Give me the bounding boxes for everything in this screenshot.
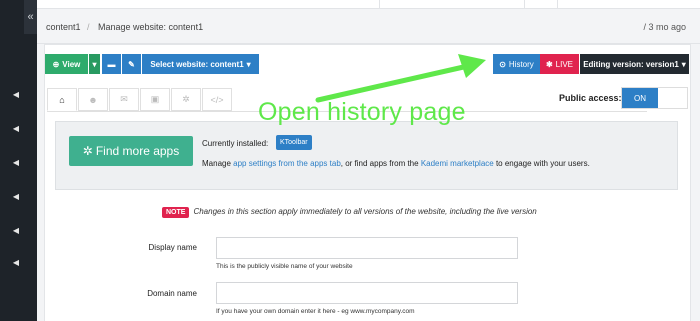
tab-home[interactable]: ⌂ xyxy=(47,88,77,111)
display-name-input[interactable] xyxy=(216,237,518,259)
history-button-label: History xyxy=(508,59,534,69)
toggle-on-state: ON xyxy=(622,88,658,108)
manage-apps-text: Manage app settings from the apps tab, o… xyxy=(202,159,590,168)
app-settings-link[interactable]: app settings from the apps tab xyxy=(233,159,341,168)
code-icon: </> xyxy=(210,94,224,105)
sidebar-expand-arrow-icon[interactable]: ◀ xyxy=(11,258,21,268)
header-divider xyxy=(557,0,558,9)
history-button[interactable]: ⊙ History xyxy=(493,54,540,74)
folder-button[interactable]: ▬ xyxy=(102,54,121,74)
kademi-marketplace-link[interactable]: Kademi marketplace xyxy=(421,159,494,168)
breadcrumb-item-content1[interactable]: content1 xyxy=(46,22,81,32)
view-button[interactable]: ⊕ View xyxy=(45,54,88,74)
domain-name-input[interactable] xyxy=(216,282,518,304)
history-icon: ⊙ xyxy=(499,59,506,69)
find-more-apps-label: Find more apps xyxy=(95,144,180,158)
currently-installed-label: Currently installed: xyxy=(202,139,269,148)
view-button-label: View xyxy=(62,59,81,69)
tab-email[interactable]: ✉ xyxy=(109,88,139,111)
edit-icon: ✎ xyxy=(128,59,135,69)
header-divider xyxy=(379,0,380,9)
public-access-toggle[interactable]: ON xyxy=(621,87,688,109)
users-icon: ☻ xyxy=(88,94,98,105)
select-website-dropdown[interactable]: Select website: content1 ▾ xyxy=(142,54,259,74)
manage-mid-text: , or find apps from the xyxy=(340,159,421,168)
lock-icon: ▣ xyxy=(150,94,160,104)
breadcrumb-bar: content1 / Manage website: content1 / 3 … xyxy=(37,10,700,44)
tab-settings[interactable]: ✲ xyxy=(171,88,201,111)
folder-icon: ▬ xyxy=(107,59,116,69)
caret-down-icon: ▾ xyxy=(246,59,251,69)
domain-name-label: Domain name xyxy=(147,289,197,298)
header-divider xyxy=(524,0,525,9)
eye-icon: ⊕ xyxy=(52,59,60,69)
gear-icon: ✱ xyxy=(545,59,553,69)
gears-icon: ✲ xyxy=(82,144,93,158)
note-message: NOTE Changes in this section apply immedi… xyxy=(162,207,537,218)
breadcrumb-separator: / xyxy=(87,22,90,32)
live-button-label: LIVE xyxy=(555,59,574,69)
find-more-apps-button[interactable]: ✲ Find more apps xyxy=(69,136,193,166)
sidebar-expand-arrow-icon[interactable]: ◀ xyxy=(11,226,21,236)
live-button[interactable]: ✱ LIVE xyxy=(540,54,579,74)
display-name-label: Display name xyxy=(148,243,197,252)
last-modified-time: / 3 mo ago xyxy=(643,22,686,32)
manage-suffix: to engage with your users. xyxy=(493,159,590,168)
public-access-label: Public access: xyxy=(559,93,622,103)
apps-info-box: ✲ Find more apps Currently installed: KTo… xyxy=(55,121,678,190)
display-name-help: This is the publicly visible name of you… xyxy=(216,263,353,270)
sidebar-expand-arrow-icon[interactable]: ◀ xyxy=(11,90,21,100)
editing-version-dropdown[interactable]: Editing version: version1 ▾ xyxy=(580,54,689,74)
note-text: Changes in this section apply immediatel… xyxy=(193,207,537,216)
sidebar-expand-arrow-icon[interactable]: ◀ xyxy=(11,124,21,134)
top-header-strip xyxy=(37,0,700,9)
envelope-icon: ✉ xyxy=(120,94,128,104)
select-website-label: Select website: content1 xyxy=(150,59,244,69)
breadcrumb-item-manage-website[interactable]: Manage website: content1 xyxy=(98,22,203,32)
left-sidebar: « ◀ ◀ ◀ ◀ ◀ ◀ xyxy=(0,0,37,321)
editing-version-label: Editing version: version1 xyxy=(583,59,679,69)
gears-icon: ✲ xyxy=(182,94,190,104)
tab-users[interactable]: ☻ xyxy=(78,88,108,111)
manage-prefix: Manage xyxy=(202,159,234,168)
note-badge: NOTE xyxy=(162,207,190,218)
home-icon: ⌂ xyxy=(59,94,65,105)
sidebar-expand-arrow-icon[interactable]: ◀ xyxy=(11,192,21,202)
sidebar-collapse-icon[interactable]: « xyxy=(24,0,37,34)
edit-button[interactable]: ✎ xyxy=(122,54,141,74)
caret-down-icon: ▾ xyxy=(681,59,686,69)
annotation-text: Open history page xyxy=(258,98,466,126)
installed-app-badge[interactable]: KToolbar xyxy=(276,135,312,150)
tab-security[interactable]: ▣ xyxy=(140,88,170,111)
main-panel: ⊕ View ▾ ▬ ✎ Select website: content1 ▾ ⊙ H… xyxy=(44,44,691,321)
sidebar-expand-arrow-icon[interactable]: ◀ xyxy=(11,158,21,168)
domain-name-help: If you have your own domain enter it her… xyxy=(216,308,415,315)
view-dropdown-button[interactable]: ▾ xyxy=(89,54,100,74)
tab-code[interactable]: </> xyxy=(202,88,232,111)
caret-down-icon: ▾ xyxy=(92,59,97,69)
